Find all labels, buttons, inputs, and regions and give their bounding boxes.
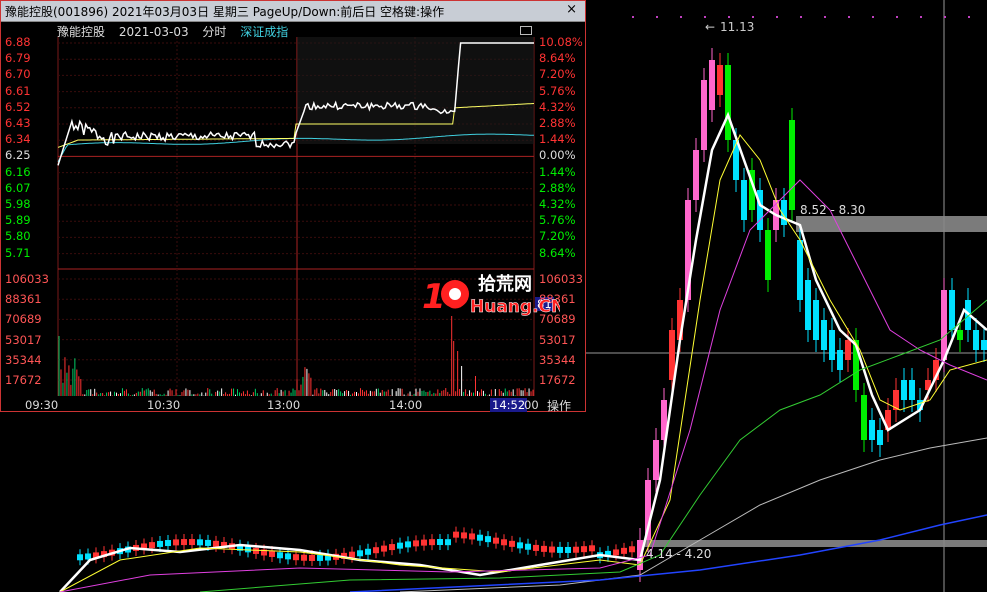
axis-label: 6.52 [5,99,31,114]
axis-label: 35344 [5,352,42,367]
axis-label: 6.88 [5,35,31,49]
cursor-time-box: 14:52 [490,398,528,412]
axis-label: 4.32% [539,197,576,211]
axis-label: 17672 [5,373,42,387]
time-label: 13:00 [267,398,301,412]
axis-label: 35344 [539,352,576,367]
axis-label: 53017 [5,332,42,347]
axis-label: 6.43 [5,116,31,130]
intraday-popup-window[interactable]: 豫能控股(001896) 2021年03月03日 星期三 PageUp/Down… [0,0,587,414]
axis-label: 6.34 [5,132,31,147]
axis-label: 5.76% [539,83,576,98]
axis-label: 6.16 [5,164,31,179]
axis-label: 5.71 [5,245,31,260]
intraday-volume-bars [58,316,534,396]
axis-label: 88361 [5,292,42,307]
axis-label: 6.61 [5,83,31,98]
axis-label: 106033 [5,272,49,286]
axis-label: 8.64% [539,245,576,260]
axis-label: 6.79 [5,51,31,66]
intraday-grid [57,37,535,396]
axis-label: 53017 [539,332,576,347]
axis-label: 6.07 [5,180,31,195]
site-watermark: 10 拾荒网 Huang.CN [420,270,566,320]
axis-label: 8.64% [539,51,576,66]
axis-label: 5.98 [5,197,31,211]
axis-label: 17672 [539,373,576,387]
time-label: 09:30 [25,398,59,412]
axis-label: 5.76% [539,213,576,228]
axis-label: 7.20% [539,229,576,244]
kline-annotations: 11.13 ← 8.52 - 8.30 4.14 - 4.20 [646,20,865,561]
watermark-domain: Huang.CN [470,297,560,317]
axis-label: 7.20% [539,67,576,82]
axis-label: 1.44% [539,164,576,179]
axis-label: 4.32% [539,99,576,114]
axis-label: 6.25 [5,148,31,163]
axis-label: 70689 [5,312,42,327]
range-top-label: 8.52 - 8.30 [800,203,865,217]
end-time-label: 00 [524,398,539,412]
axis-label: 10.08% [539,35,583,49]
axis-label: 5.89 [5,213,31,228]
range-bottom-label: 4.14 - 4.20 [646,547,711,561]
high-price-label: 11.13 [720,20,754,34]
time-label: 14:00 [389,398,423,412]
ops-button[interactable]: 操作 [547,397,571,414]
watermark-cn: 拾荒网 [478,273,532,295]
high-arrow-icon: ← [705,20,715,34]
axis-label: 2.88% [539,180,576,195]
axis-label: 6.70 [5,67,31,82]
axis-label: 2.88% [539,116,576,130]
axis-label: 0.00% [539,148,576,163]
axis-label: 5.80 [5,229,31,244]
axis-label: 1.44% [539,132,576,147]
intraday-chart[interactable] [1,1,587,413]
time-label: 10:30 [147,398,181,412]
